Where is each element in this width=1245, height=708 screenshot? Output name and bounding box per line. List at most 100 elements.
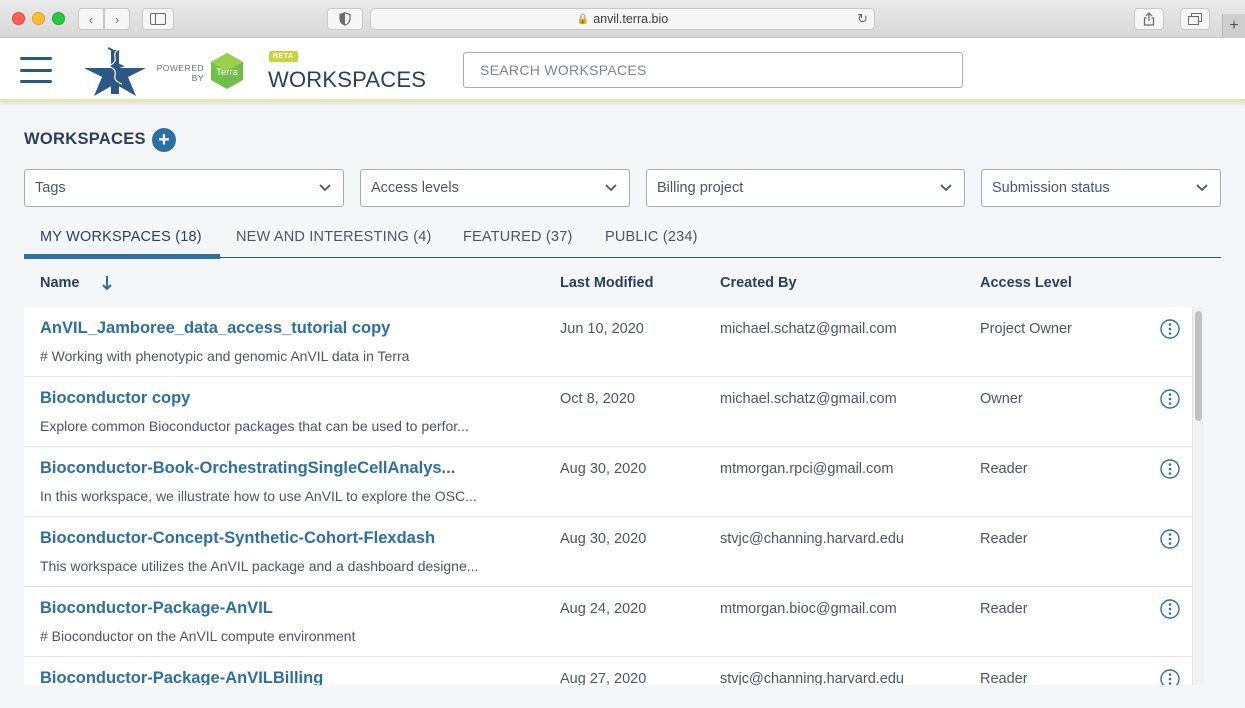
created-by-cell: stvjc@channing.harvard.edu — [720, 671, 904, 685]
sidebar-toggle-button[interactable] — [142, 8, 174, 30]
create-workspace-button[interactable]: + — [152, 128, 176, 152]
workspaces-heading: WORKSPACES — [24, 130, 146, 148]
page-title: WORKSPACES — [268, 67, 427, 92]
anvil-logo[interactable] — [84, 44, 146, 96]
access-level-cell: Project Owner — [980, 321, 1072, 337]
workspace-tabs: MY WORKSPACES (18) NEW AND INTERESTING (… — [24, 222, 1221, 259]
new-tab-button[interactable]: + — [1222, 14, 1245, 38]
table-row: Bioconductor-Package-AnVILBilling Aug 27… — [24, 657, 1192, 685]
last-modified-cell: Oct 8, 2020 — [560, 391, 635, 407]
access-level-cell: Reader — [980, 531, 1028, 547]
sort-descending-icon[interactable] — [101, 275, 113, 291]
tags-filter-select[interactable]: Tags — [24, 169, 344, 207]
more-options-icon[interactable] — [1159, 668, 1181, 685]
tags-filter-label: Tags — [35, 180, 66, 196]
minimize-window-button[interactable] — [32, 12, 45, 25]
table-row: Bioconductor-Concept-Synthetic-Cohort-Fl… — [24, 517, 1192, 587]
privacy-report-button[interactable] — [327, 8, 363, 30]
workspace-description: # Bioconductor on the AnVIL compute envi… — [40, 628, 356, 644]
zoom-window-button[interactable] — [52, 12, 65, 25]
shield-icon — [339, 12, 351, 26]
more-options-icon[interactable] — [1159, 318, 1181, 340]
url-text: anvil.terra.bio — [593, 12, 669, 26]
tab-overview-button[interactable] — [1180, 8, 1210, 30]
chevron-down-icon — [940, 184, 952, 192]
submission-status-filter-select[interactable]: Submission status — [981, 169, 1221, 207]
hamburger-menu-icon[interactable] — [20, 57, 52, 83]
close-window-button[interactable] — [12, 12, 25, 25]
created-by-cell: stvjc@channing.harvard.edu — [720, 531, 904, 547]
app-header: POWERED BY Terra BETA WORKSPACES — [0, 38, 1245, 102]
last-modified-cell: Aug 24, 2020 — [560, 601, 647, 617]
share-icon — [1143, 12, 1155, 26]
access-level-cell: Reader — [980, 671, 1028, 685]
chevron-down-icon — [1196, 184, 1208, 192]
terra-label: Terra — [216, 67, 238, 78]
column-header-access-level[interactable]: Access Level — [980, 275, 1072, 291]
billing-project-filter-select[interactable]: Billing project — [646, 169, 965, 207]
back-button[interactable]: ‹ — [78, 8, 104, 30]
created-by-cell: mtmorgan.rpci@gmail.com — [720, 461, 894, 477]
workspace-description: This workspace utilizes the AnVIL packag… — [40, 558, 479, 574]
workspace-name-link[interactable]: Bioconductor-Package-AnVIL — [40, 599, 273, 618]
table-row: AnVIL_Jamboree_data_access_tutorial copy… — [24, 307, 1192, 377]
share-button[interactable] — [1134, 8, 1164, 30]
last-modified-cell: Aug 30, 2020 — [560, 531, 647, 547]
chevron-left-icon: ‹ — [88, 11, 94, 27]
submission-status-filter-label: Submission status — [992, 180, 1110, 196]
plus-icon: + — [158, 129, 170, 151]
access-level-cell: Reader — [980, 601, 1028, 617]
column-header-last-modified[interactable]: Last Modified — [560, 275, 653, 291]
workspace-name-link[interactable]: Bioconductor-Book-OrchestratingSingleCel… — [40, 459, 455, 478]
access-levels-filter-select[interactable]: Access levels — [360, 169, 630, 207]
tab-featured[interactable]: FEATURED (37) — [447, 222, 588, 257]
workspace-name-link[interactable]: Bioconductor-Concept-Synthetic-Cohort-Fl… — [40, 529, 435, 548]
column-header-name[interactable]: Name — [40, 275, 80, 291]
browser-toolbar: ‹ › 🔒 anvil.terra.bio ↻ + — [0, 0, 1245, 38]
terra-logo[interactable]: Terra — [208, 52, 246, 90]
powered-by-label: POWERED BY — [156, 63, 204, 83]
search-workspaces-field[interactable] — [463, 52, 963, 88]
more-options-icon[interactable] — [1159, 458, 1181, 480]
chevron-down-icon — [605, 184, 617, 192]
table-row: Bioconductor-Book-OrchestratingSingleCel… — [24, 447, 1192, 517]
scrollbar-thumb[interactable] — [1195, 311, 1202, 421]
workspace-name-link[interactable]: AnVIL_Jamboree_data_access_tutorial copy — [40, 319, 390, 338]
last-modified-cell: Aug 27, 2020 — [560, 671, 647, 685]
more-options-icon[interactable] — [1159, 598, 1181, 620]
table-row: Bioconductor-Package-AnVIL # Bioconducto… — [24, 587, 1192, 657]
more-options-icon[interactable] — [1159, 388, 1181, 410]
workspace-name-link[interactable]: Bioconductor-Package-AnVILBilling — [40, 669, 323, 685]
lock-icon: 🔒 — [576, 13, 590, 25]
created-by-cell: michael.schatz@gmail.com — [720, 391, 897, 407]
tab-my-workspaces[interactable]: MY WORKSPACES (18) — [24, 222, 220, 259]
workspace-name-link[interactable]: Bioconductor copy — [40, 389, 190, 408]
access-levels-filter-label: Access levels — [371, 180, 459, 196]
plus-icon: + — [1229, 17, 1239, 34]
reload-icon[interactable]: ↻ — [857, 11, 868, 27]
workspace-description: # Working with phenotypic and genomic An… — [40, 348, 410, 364]
more-options-icon[interactable] — [1159, 528, 1181, 550]
workspace-table: AnVIL_Jamboree_data_access_tutorial copy… — [24, 307, 1192, 685]
workspace-description: Explore common Bioconductor packages tha… — [40, 418, 469, 434]
forward-button[interactable]: › — [104, 8, 130, 30]
workspace-description: In this workspace, we illustrate how to … — [40, 488, 477, 504]
tabs-icon — [1188, 13, 1202, 25]
beta-badge: BETA — [269, 51, 298, 62]
chevron-down-icon — [319, 184, 331, 192]
chevron-right-icon: › — [114, 11, 120, 27]
billing-project-filter-label: Billing project — [657, 180, 744, 196]
created-by-cell: michael.schatz@gmail.com — [720, 321, 897, 337]
access-level-cell: Owner — [980, 391, 1023, 407]
table-scrollbar[interactable] — [1192, 307, 1204, 685]
last-modified-cell: Aug 30, 2020 — [560, 461, 647, 477]
column-header-created-by[interactable]: Created By — [720, 275, 797, 291]
tab-public[interactable]: PUBLIC (234) — [589, 222, 714, 257]
search-input[interactable] — [464, 53, 962, 87]
address-bar[interactable]: 🔒 anvil.terra.bio ↻ — [370, 8, 875, 30]
tab-new-and-interesting[interactable]: NEW AND INTERESTING (4) — [220, 222, 448, 257]
table-row: Bioconductor copy Explore common Biocond… — [24, 377, 1192, 447]
sidebar-icon — [150, 13, 166, 25]
access-level-cell: Reader — [980, 461, 1028, 477]
last-modified-cell: Jun 10, 2020 — [560, 321, 644, 337]
